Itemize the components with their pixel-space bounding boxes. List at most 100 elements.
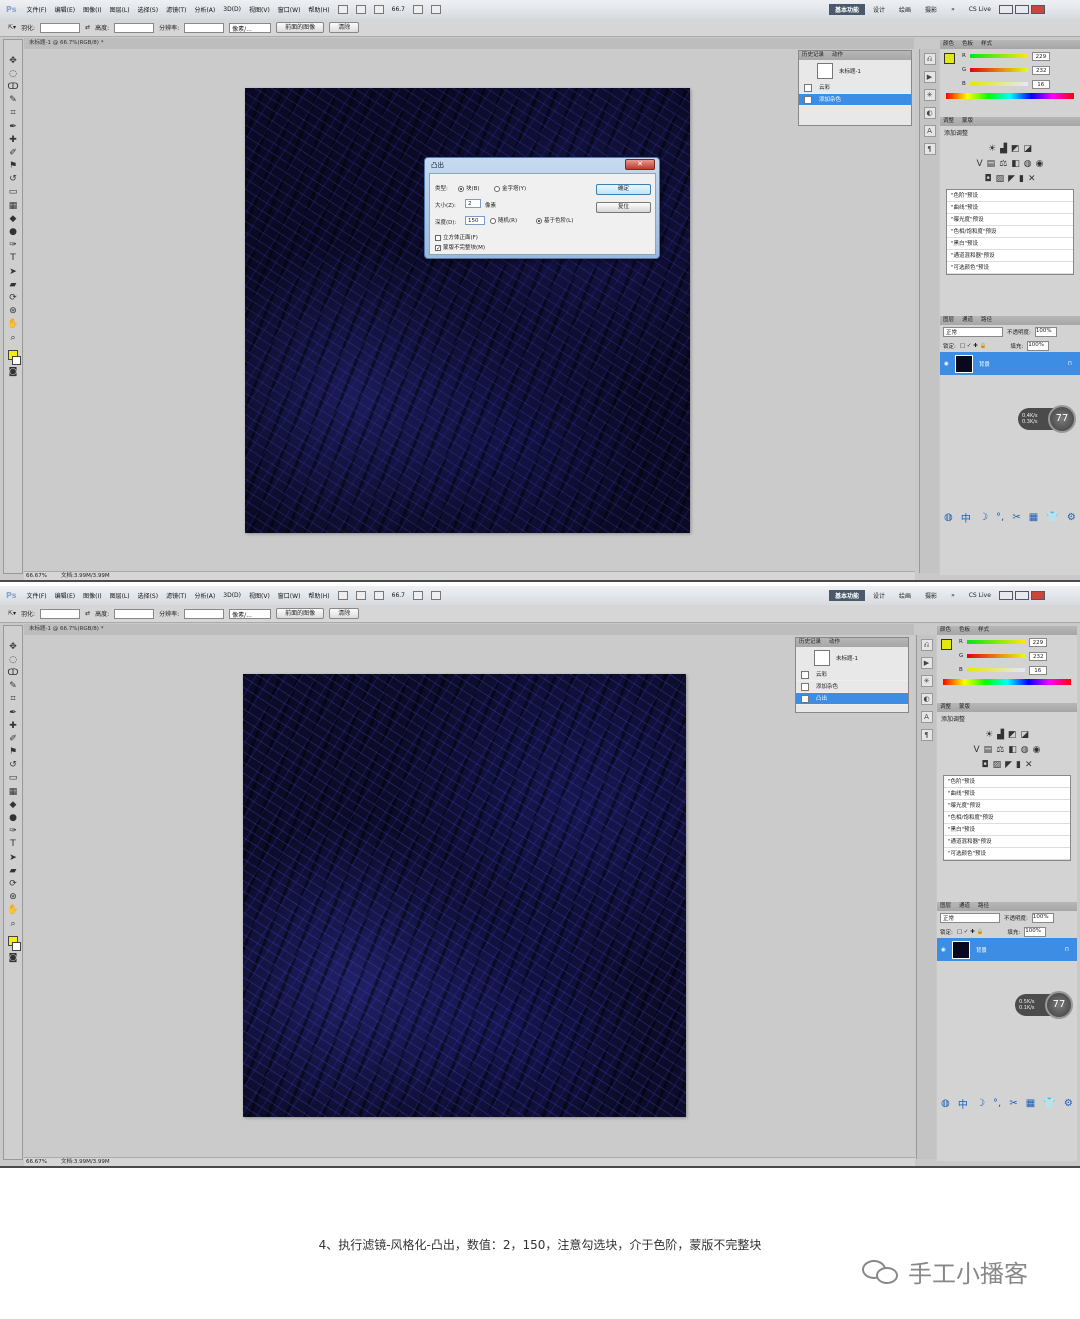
invert-icon[interactable]: ◘: [984, 174, 991, 184]
history-panel-icon[interactable]: ⎌: [923, 53, 936, 65]
cs-live-button[interactable]: CS Live: [963, 5, 997, 14]
menu-image[interactable]: 图像(I): [83, 591, 101, 600]
zoom-tool-icon[interactable]: ⌕: [7, 918, 19, 930]
status-zoom[interactable]: 66.67%: [26, 572, 47, 580]
clone-stamp-icon[interactable]: ⚑: [7, 746, 19, 758]
workspace-photography[interactable]: 摄影: [919, 4, 943, 15]
maximize-button[interactable]: [1014, 591, 1029, 600]
canvas-area[interactable]: [24, 635, 915, 1157]
gradient-map-icon[interactable]: ▮: [1016, 760, 1021, 770]
history-snapshot[interactable]: 未标题-1: [796, 647, 908, 669]
brush-panel-icon[interactable]: ✳: [920, 675, 933, 687]
workspace-more[interactable]: »: [945, 591, 961, 600]
close-window-button[interactable]: [1030, 591, 1045, 600]
menu-help[interactable]: 帮助(H): [308, 591, 329, 600]
b-value[interactable]: 16: [1028, 665, 1047, 675]
crop-tool-icon[interactable]: ⌗: [7, 107, 19, 119]
clone-source-icon[interactable]: ◐: [923, 107, 936, 119]
r-value[interactable]: 229: [1031, 51, 1050, 61]
tab-styles[interactable]: 样式: [978, 626, 989, 635]
workspace-essentials[interactable]: 基本功能: [829, 4, 866, 15]
lock-icons[interactable]: □ ✓ ✚ 🔒: [960, 343, 987, 349]
maximize-button[interactable]: [1014, 5, 1029, 14]
ime-punct-icon[interactable]: °,: [993, 1098, 1001, 1109]
brush-tool-icon[interactable]: ✐: [7, 147, 19, 159]
pen-tool-icon[interactable]: ✑: [7, 825, 19, 837]
swap-icon[interactable]: ⇄: [85, 610, 90, 617]
preset-item[interactable]: "色相/饱和度"预设: [944, 812, 1070, 824]
front-image-button[interactable]: 前面的图像: [276, 608, 325, 619]
brush-panel-icon[interactable]: ✳: [923, 89, 936, 101]
marquee-tool-icon[interactable]: ◌: [7, 654, 19, 666]
preset-item[interactable]: "可选颜色"预设: [947, 262, 1073, 274]
screen-mode-icon[interactable]: [430, 591, 441, 600]
channel-mixer-icon[interactable]: ◉: [1036, 159, 1044, 169]
actions-panel-icon[interactable]: ▶: [923, 71, 936, 83]
brightness-icon[interactable]: ☀: [985, 730, 993, 740]
tab-color[interactable]: 颜色: [940, 626, 951, 635]
paragraph-panel-icon[interactable]: ¶: [920, 729, 933, 741]
menu-window[interactable]: 窗口(W): [278, 5, 301, 14]
tab-swatches[interactable]: 色板: [962, 40, 973, 49]
height-input[interactable]: [114, 22, 155, 33]
workspace-painting[interactable]: 绘画: [893, 4, 917, 15]
3d-rotate-icon[interactable]: ⟳: [7, 292, 19, 304]
opacity-value[interactable]: 100%: [1031, 913, 1054, 923]
size-input[interactable]: 2: [465, 199, 481, 208]
eraser-icon[interactable]: ▭: [7, 186, 19, 198]
document-canvas[interactable]: [245, 88, 690, 533]
workspace-painting[interactable]: 绘画: [893, 590, 917, 601]
tab-swatches[interactable]: 色板: [959, 626, 970, 635]
dodge-icon[interactable]: ●: [7, 812, 19, 824]
mini-bridge-icon[interactable]: [355, 591, 366, 600]
menu-view[interactable]: 视图(V): [249, 591, 270, 600]
blend-mode-select[interactable]: 正常: [943, 327, 1003, 337]
menu-analysis[interactable]: 分析(A): [194, 5, 215, 14]
color-fg-swatch[interactable]: [941, 639, 952, 650]
tab-styles[interactable]: 样式: [981, 40, 992, 49]
ime-gear-icon[interactable]: ⚙: [1064, 1098, 1073, 1109]
clear-button[interactable]: 清除: [329, 22, 360, 33]
menu-file[interactable]: 文件(F): [26, 5, 46, 14]
minimize-button[interactable]: [998, 5, 1013, 14]
feather-input[interactable]: [40, 608, 81, 619]
menu-filter[interactable]: 滤镜(T): [166, 591, 186, 600]
hand-tool-icon[interactable]: ✋: [7, 318, 19, 330]
eyedropper-icon[interactable]: ✒: [7, 707, 19, 719]
menu-select[interactable]: 选择(S): [138, 591, 159, 600]
b-slider[interactable]: [969, 82, 1028, 86]
workspace-essentials[interactable]: 基本功能: [829, 590, 866, 601]
b-slider[interactable]: [966, 668, 1025, 672]
vibrance-icon[interactable]: V: [974, 745, 980, 755]
r-value[interactable]: 229: [1028, 637, 1047, 647]
type-block-radio[interactable]: 块(B): [458, 184, 480, 192]
color-fg-swatch[interactable]: [944, 53, 955, 64]
document-canvas[interactable]: [243, 674, 686, 1117]
invert-icon[interactable]: ◘: [981, 760, 988, 770]
threshold-icon[interactable]: ◤: [1005, 760, 1012, 770]
minimize-button[interactable]: [998, 591, 1013, 600]
status-zoom[interactable]: 66.67%: [26, 1158, 47, 1166]
canvas-area[interactable]: [24, 49, 915, 571]
r-slider[interactable]: [969, 54, 1028, 58]
path-select-icon[interactable]: ➤: [7, 852, 19, 864]
bw-icon[interactable]: ◧: [1011, 159, 1020, 169]
paragraph-panel-icon[interactable]: ¶: [923, 143, 936, 155]
menu-layer[interactable]: 图层(L): [110, 5, 130, 14]
ime-logo-icon[interactable]: ◍: [941, 1098, 950, 1109]
document-tab[interactable]: 未标题-1 @ 66.7%(RGB/8) *: [24, 624, 914, 635]
close-window-button[interactable]: [1030, 5, 1045, 14]
quick-select-icon[interactable]: ✎: [7, 94, 19, 106]
3d-orbit-icon[interactable]: ⊛: [7, 305, 19, 317]
menu-3d[interactable]: 3D(D): [223, 592, 241, 599]
menu-view[interactable]: 视图(V): [249, 5, 270, 14]
hand-tool-icon[interactable]: ✋: [7, 904, 19, 916]
bridge-icon[interactable]: [337, 5, 348, 14]
view-extras-icon[interactable]: [373, 591, 384, 600]
posterize-icon[interactable]: ▨: [993, 760, 1002, 770]
mini-bridge-icon[interactable]: [355, 5, 366, 14]
quick-select-icon[interactable]: ✎: [7, 680, 19, 692]
height-input[interactable]: [114, 608, 155, 619]
tab-actions[interactable]: 动作: [829, 638, 840, 647]
preset-item[interactable]: "色相/饱和度"预设: [947, 226, 1073, 238]
